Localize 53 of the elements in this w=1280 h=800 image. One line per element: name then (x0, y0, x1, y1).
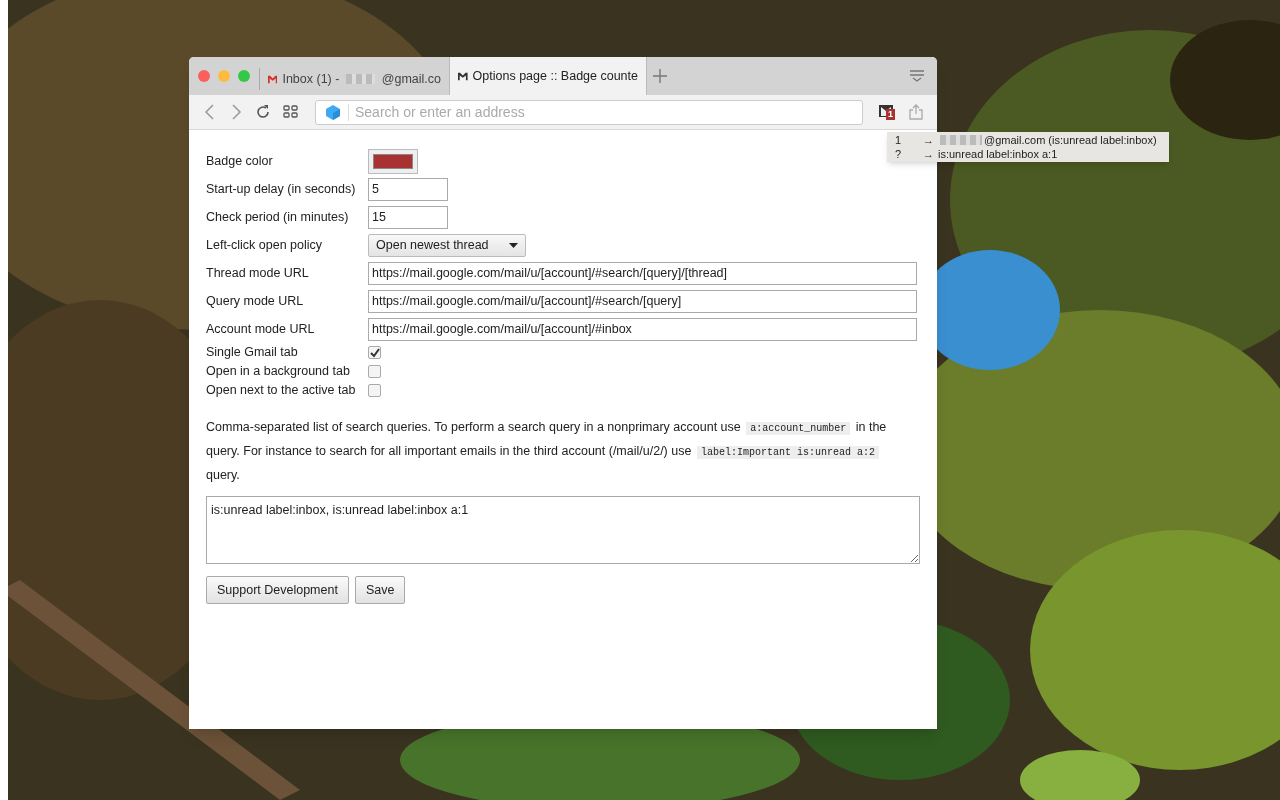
popup-entry: is:unread label:inbox a:1 (938, 146, 1058, 162)
plus-icon (653, 69, 667, 83)
arrow-text: → (923, 132, 934, 148)
checkbox[interactable] (368, 384, 381, 397)
field-label: Account mode URL (206, 320, 316, 338)
new-tab-button[interactable] (653, 69, 667, 83)
field-label: Check period (in minutes) (206, 208, 350, 226)
text-field[interactable]: https://mail.google.com/mail/u/[account]/#search/[query]/[thread] (368, 261, 917, 285)
redacted-email (940, 135, 982, 145)
color-picker[interactable] (368, 148, 418, 174)
checkmark-icon (369, 347, 380, 358)
action-button[interactable]: Support Development (206, 576, 349, 604)
field-label: Open next to the active tab (206, 382, 357, 400)
text-field[interactable]: https://mail.google.com/mail/u/[account]/#search/[query] (368, 289, 917, 313)
field-label: Thread mode URL (206, 264, 310, 282)
help-text: Comma-separated list of search queries. To perform a search query in a nonprimary account use a:account_number in the query. For instance to search for all important emails in the third account (/mail/u/2/) use label:Important is:unread a:2 query. (206, 419, 888, 484)
count-text: 1 (895, 132, 903, 148)
field-label: Open in a background tab (206, 363, 351, 381)
count-text: ? (895, 146, 903, 162)
browser-tab[interactable]: Options page :: Badge counte (449, 57, 647, 95)
popup-entry: @gmail.com (is:unread label:inbox) (984, 132, 1157, 148)
arrow-text: → (923, 146, 934, 162)
field-label: Badge color (206, 152, 274, 170)
field-label: Left-click open policy (206, 236, 324, 254)
field-label: Single Gmail tab (206, 344, 299, 362)
grid-icon[interactable] (283, 105, 299, 119)
caret-icon (509, 242, 518, 248)
share-icon[interactable] (909, 104, 923, 120)
close-window-button[interactable] (198, 70, 210, 82)
address-bar[interactable]: Search or enter an address (315, 99, 863, 125)
checkbox[interactable] (368, 365, 381, 378)
envelope-icon (458, 70, 468, 82)
queries-field[interactable]: is:unread label:inbox, is:unread label:inbox a:1 (206, 496, 920, 564)
field-label: Start-up delay (in seconds) (206, 180, 357, 198)
redacted-email (346, 74, 375, 84)
text-field[interactable]: https://mail.google.com/mail/u/[account]/#inbox (368, 317, 917, 341)
text-field[interactable]: 5 (368, 177, 448, 201)
extension-button[interactable]: 1 (879, 104, 897, 120)
action-button[interactable]: Save (354, 576, 406, 604)
zoom-window-button[interactable] (238, 70, 250, 82)
back-icon[interactable] (203, 104, 217, 120)
cube-icon (326, 104, 340, 120)
field-label: Query mode URL (206, 292, 305, 310)
menu-icon[interactable] (909, 70, 925, 82)
address-input[interactable]: Search or enter an address (355, 101, 862, 123)
browser-tab[interactable]: Inbox (1) - @gmail.co (259, 68, 449, 90)
forward-icon[interactable] (229, 104, 243, 120)
policy-dropdown[interactable]: Open newest thread (368, 233, 526, 257)
badge-count: 1 (886, 109, 895, 120)
envelope-icon (268, 73, 278, 85)
text-field[interactable]: 15 (368, 205, 448, 229)
reload-icon[interactable] (255, 104, 271, 120)
checkbox[interactable] (368, 346, 381, 359)
